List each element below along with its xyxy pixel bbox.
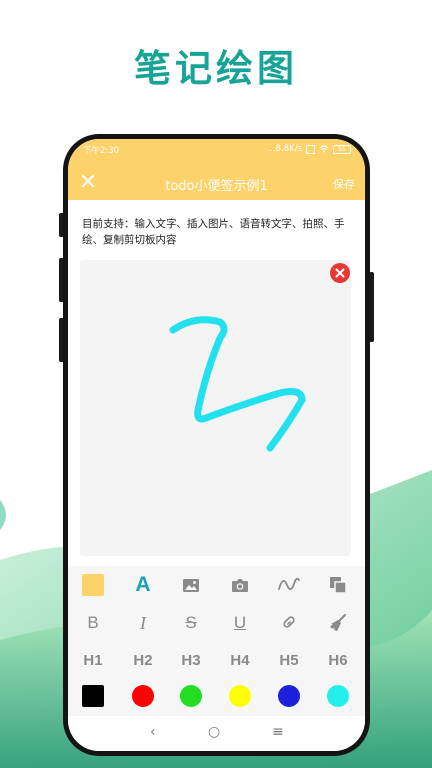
close-icon[interactable]: [80, 173, 96, 189]
bold-button[interactable]: B: [78, 608, 108, 638]
italic-button[interactable]: I: [128, 608, 158, 638]
color-cyan-button[interactable]: [323, 681, 353, 711]
drawing-canvas[interactable]: [80, 260, 351, 556]
strikethrough-label: S: [185, 613, 197, 632]
insert-link-button[interactable]: [274, 608, 304, 638]
insert-image-button[interactable]: [176, 570, 206, 600]
color-swatch: [278, 685, 300, 707]
save-button[interactable]: 保存: [333, 176, 355, 192]
text-color-icon: A: [135, 573, 151, 596]
system-nav-bar: ‹ ○ ≡: [68, 716, 365, 751]
heading-1-button[interactable]: H1: [78, 645, 108, 675]
editor-toolbar: A B I S U H1 H2 H3 H4 H5 H6: [68, 566, 365, 716]
broom-icon: [330, 614, 346, 631]
note-title: todo小便签示例1: [165, 179, 268, 194]
handwriting-button[interactable]: [274, 570, 304, 600]
background-color-button[interactable]: [78, 570, 108, 600]
app-header: 下午2:30 ...8.8K/s 55 todo小便签示例1 保存: [68, 139, 365, 200]
heading-6-button[interactable]: H6: [323, 645, 353, 675]
support-description: 目前支持：输入文字、插入图片、语音转文字、拍照、手绘、复制剪切板内容: [82, 218, 345, 246]
format-tools-row: B I S U: [68, 608, 365, 638]
menu-nav-button[interactable]: ≡: [272, 724, 284, 740]
camera-button[interactable]: [225, 570, 255, 600]
background-color-swatch: [82, 574, 104, 596]
battery-icon: 55: [333, 144, 351, 154]
color-yellow-button[interactable]: [225, 681, 255, 711]
clear-format-button[interactable]: [323, 608, 353, 638]
underline-label: U: [233, 613, 247, 632]
network-speed: ...8.8K/s: [267, 144, 303, 154]
link-icon: [283, 616, 295, 628]
copy-clipboard-button[interactable]: [323, 570, 353, 600]
color-swatch: [229, 685, 251, 707]
color-palette-row: [68, 681, 365, 711]
color-swatch: [82, 685, 104, 707]
color-swatch: [180, 685, 202, 707]
image-icon: [183, 578, 199, 592]
heading-3-button[interactable]: H3: [176, 645, 206, 675]
insert-tools-row: A: [68, 570, 365, 600]
color-green-button[interactable]: [176, 681, 206, 711]
sim-icon: [306, 144, 315, 154]
copy-icon: [330, 577, 347, 594]
color-black-button[interactable]: [78, 681, 108, 711]
handwriting-icon: [278, 577, 300, 591]
home-nav-button[interactable]: ○: [208, 724, 220, 740]
heading-2-button[interactable]: H2: [128, 645, 158, 675]
promo-title: 笔记绘图: [134, 47, 298, 90]
delete-drawing-icon[interactable]: [330, 263, 350, 283]
italic-label: I: [140, 612, 146, 633]
hand-drawn-stroke: [169, 316, 306, 452]
wifi-icon: [319, 145, 329, 153]
strikethrough-button[interactable]: S: [176, 608, 206, 638]
heading-4-button[interactable]: H4: [225, 645, 255, 675]
bold-label: B: [87, 613, 99, 632]
underline-button[interactable]: U: [225, 608, 255, 638]
status-time: 下午2:30: [83, 146, 120, 156]
text-color-button[interactable]: A: [128, 570, 158, 600]
status-indicators: ...8.8K/s 55: [267, 144, 351, 154]
back-nav-button[interactable]: ‹: [150, 724, 156, 740]
heading-5-button[interactable]: H5: [274, 645, 304, 675]
color-swatch: [132, 685, 154, 707]
phone-screen: 下午2:30 ...8.8K/s 55 todo小便签示例1 保存 目前支持：输…: [68, 139, 365, 751]
status-bar: 下午2:30 ...8.8K/s 55: [68, 139, 365, 161]
color-blue-button[interactable]: [274, 681, 304, 711]
heading-tools-row: H1 H2 H3 H4 H5 H6: [68, 645, 365, 675]
color-red-button[interactable]: [128, 681, 158, 711]
camera-icon: [232, 578, 248, 592]
phone-frame: 下午2:30 ...8.8K/s 55 todo小便签示例1 保存 目前支持：输…: [63, 134, 370, 756]
color-swatch: [327, 685, 349, 707]
